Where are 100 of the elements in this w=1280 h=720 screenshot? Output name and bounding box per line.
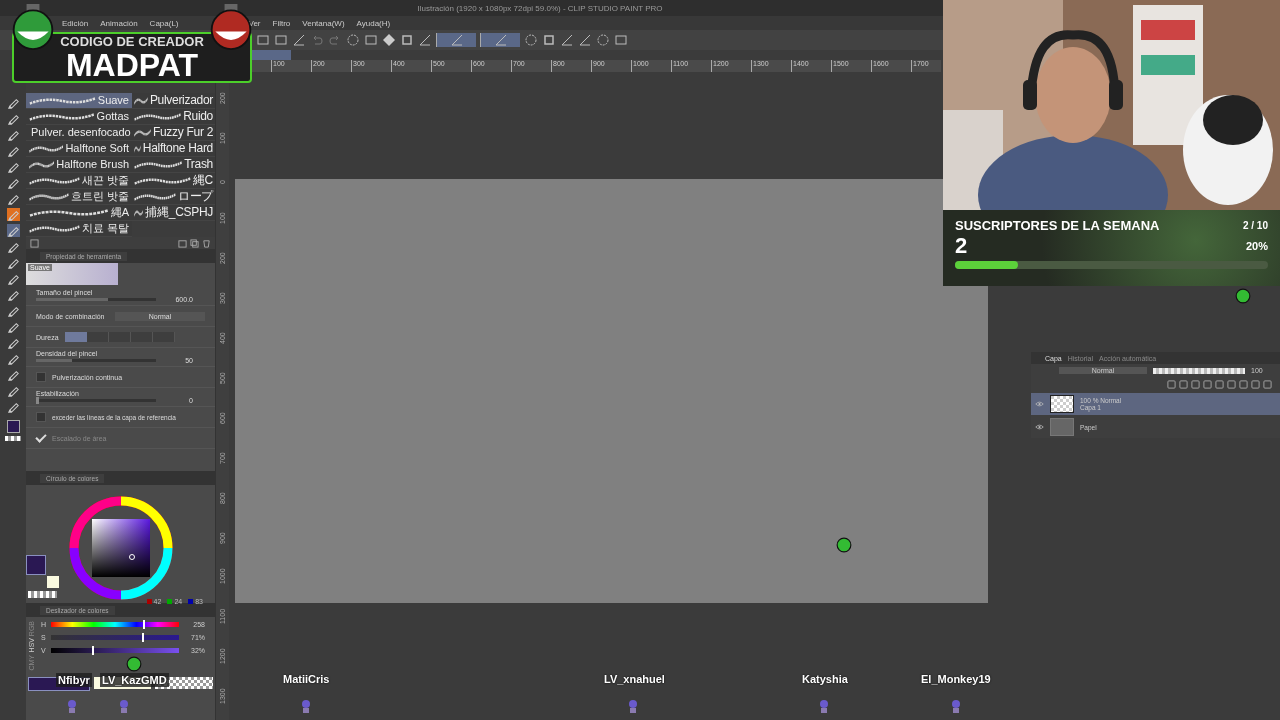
brush-item[interactable]: Trash (132, 157, 215, 173)
menu-item[interactable]: Filtro (272, 18, 291, 28)
sprite-icon (300, 699, 312, 713)
chat-username: MatiiCris (283, 673, 330, 685)
brush-stroke-icon (134, 192, 176, 201)
toolbar-icon[interactable] (256, 33, 270, 47)
opacity-slider[interactable] (1153, 367, 1245, 374)
sprite-icon (818, 699, 830, 713)
sprite-icon (66, 699, 78, 713)
brush-stroke-icon (134, 96, 148, 105)
goal-percent: 20% (1245, 240, 1268, 252)
toolbar-icon[interactable] (364, 33, 378, 47)
brush-item[interactable]: Ruido (132, 109, 215, 125)
brush-settings-icon[interactable] (30, 238, 39, 248)
sprite-icon (126, 656, 142, 672)
pen-tool-icon[interactable] (6, 176, 20, 189)
goal-ratio: 2 / 10 (1242, 220, 1268, 231)
layer-thumbnail (1050, 418, 1074, 436)
checkbox[interactable] (36, 412, 46, 422)
channel-marker-icon (146, 599, 152, 604)
trash-icon[interactable] (202, 238, 211, 248)
brush-stroke-icon (29, 112, 95, 121)
toolbar-icon[interactable] (418, 33, 432, 47)
duplicate-icon[interactable] (190, 238, 199, 248)
layer-thumbnail (1050, 395, 1074, 413)
menu-item[interactable]: Ver (248, 18, 261, 28)
toolbar-icon[interactable] (596, 33, 610, 47)
brush-item[interactable]: Halftone Soft (26, 141, 132, 157)
menu-item[interactable]: Capa(L) (149, 18, 179, 28)
brush-item[interactable]: 새끈 밧줄 (26, 173, 132, 189)
color-slider[interactable] (51, 648, 179, 653)
brush-stroke-icon (29, 224, 80, 233)
import-icon[interactable] (178, 238, 187, 248)
chat-username: LV_KazGMD (100, 673, 169, 687)
pencil-tool-icon[interactable] (6, 192, 20, 205)
sprite-icon (1235, 288, 1251, 304)
brush-item[interactable]: Halftone Brush (26, 157, 132, 173)
menu-item[interactable]: Animación (100, 18, 138, 28)
color-slider[interactable] (51, 622, 179, 627)
brush-item[interactable]: 捕縄_CSPHJ (132, 205, 215, 221)
toolbar-icon[interactable] (274, 33, 288, 47)
sprite-icon (836, 537, 852, 553)
brush-stroke-icon (29, 176, 80, 185)
goal-title: SUSCRIPTORES DE LA SEMANA (955, 218, 1160, 233)
brush-item[interactable]: 치료 목탈 (26, 221, 132, 237)
menu-item[interactable]: Ayuda(H) (356, 18, 391, 28)
toolbar-icon[interactable] (400, 33, 414, 47)
transparent-swatch[interactable] (5, 436, 21, 441)
toolbar-icon[interactable] (578, 33, 592, 47)
brush-stroke-icon (134, 208, 144, 217)
brush-item[interactable]: 縄A (26, 205, 132, 221)
chat-username: LV_xnahuel (604, 673, 665, 685)
eye-icon[interactable] (1035, 401, 1044, 407)
brush-item[interactable]: Gottas (26, 109, 132, 125)
brush-item[interactable]: Halftone Hard (132, 141, 215, 157)
chat-username: Nfibyr (56, 673, 92, 687)
brush-item[interactable]: 縄C (132, 173, 215, 189)
sprite-icon (950, 699, 962, 713)
logo-title: MADPAT (65, 48, 199, 81)
sprite-icon (118, 699, 130, 713)
brush-stroke-icon (29, 144, 64, 153)
brush-item[interactable]: 흐트린 밧줄 (26, 189, 132, 205)
brush-stroke-icon (134, 144, 141, 153)
brush-item[interactable]: ロープ (132, 189, 215, 205)
chat-username: El_Monkey19 (921, 673, 991, 685)
window-title: Ilustración (1920 x 1080px 72dpi 59.0%) - CLIP STUDIO PAINT PRO (417, 3, 663, 13)
brush-stroke-icon (29, 192, 69, 201)
brush-stroke-icon (134, 112, 182, 121)
toolbar-icon[interactable] (524, 33, 538, 47)
toolbar-icon[interactable] (382, 33, 396, 47)
toolbar-icon[interactable] (542, 33, 556, 47)
sprite-icon (627, 699, 639, 713)
brush-tool-icon[interactable] (6, 208, 20, 221)
goal-count: 2 (955, 233, 968, 259)
checkbox[interactable] (36, 372, 46, 382)
main-color-swatch[interactable] (26, 555, 46, 575)
sub-color-swatch[interactable] (47, 576, 59, 588)
brush-item[interactable]: Fuzzy Fur 2 (132, 125, 215, 141)
brush-item[interactable]: Pulver. desenfocado (26, 125, 132, 141)
eye-icon[interactable] (1035, 424, 1044, 430)
toolbar-icon[interactable] (346, 33, 360, 47)
brush-stroke-icon (29, 96, 96, 105)
toolbar-icon[interactable] (560, 33, 574, 47)
brush-stroke-icon (134, 160, 183, 169)
hardness-slider[interactable] (64, 332, 175, 342)
brush-item[interactable]: Suave (26, 93, 132, 109)
channel-marker-icon (167, 599, 173, 604)
main-color-swatch[interactable] (28, 677, 90, 691)
toolbar-icon[interactable] (292, 33, 306, 47)
menu-item[interactable]: Edición (62, 18, 89, 28)
brush-stroke-icon (134, 128, 151, 137)
transparent-swatch[interactable] (28, 591, 57, 598)
ball-drawing (10, 4, 56, 50)
chat-username: Katyshia (802, 673, 848, 685)
toolbar-icon[interactable] (614, 33, 628, 47)
menu-item[interactable]: Ventana(W) (302, 18, 345, 28)
color-slider[interactable] (51, 635, 179, 640)
canvas-tab[interactable] (251, 50, 291, 60)
main-color-swatch[interactable] (6, 420, 20, 433)
brush-item[interactable]: Pulverizador (132, 93, 215, 109)
